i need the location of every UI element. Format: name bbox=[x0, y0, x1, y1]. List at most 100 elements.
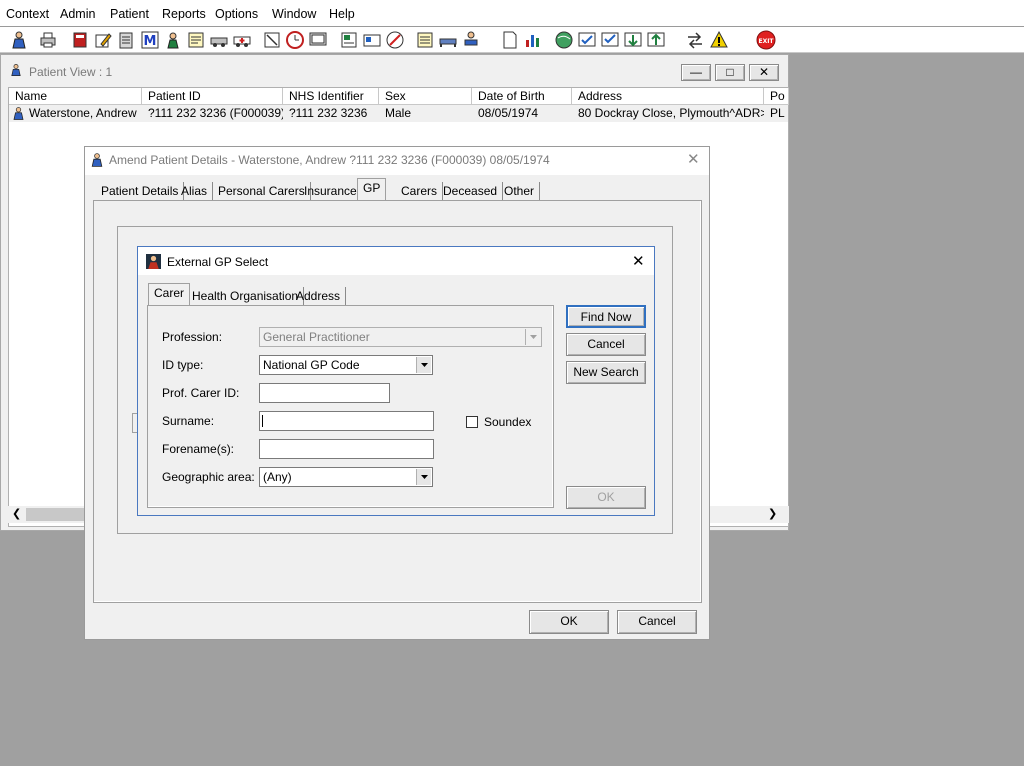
close-icon[interactable]: ✕ bbox=[632, 252, 645, 270]
scroll-left-icon[interactable]: ❮ bbox=[12, 507, 21, 520]
cell-postcode: PL bbox=[770, 106, 785, 120]
geo-select[interactable]: (Any) bbox=[259, 467, 433, 487]
cell-sex: Male bbox=[385, 106, 412, 120]
patient-icon[interactable] bbox=[9, 30, 29, 50]
amend-cancel-button[interactable]: Cancel bbox=[617, 610, 697, 634]
card-icon[interactable] bbox=[362, 30, 382, 50]
profession-label: Profession: bbox=[162, 330, 223, 344]
tab-address[interactable]: Address bbox=[291, 287, 347, 306]
transfer-icon[interactable] bbox=[685, 30, 705, 50]
idtype-value: National GP Code bbox=[263, 358, 360, 372]
edit-icon[interactable] bbox=[93, 30, 113, 50]
tab-health-organisation[interactable]: Health Organisation bbox=[187, 287, 305, 306]
book-icon[interactable] bbox=[70, 30, 90, 50]
table-row[interactable]: Waterstone, Andrew ?111 232 3236 (F00003… bbox=[9, 105, 788, 122]
nurse-icon[interactable] bbox=[163, 30, 183, 50]
globe-icon[interactable] bbox=[554, 30, 574, 50]
idtype-label: ID type: bbox=[162, 358, 204, 372]
scroll-right-icon[interactable]: ❯ bbox=[768, 507, 777, 520]
column-header-name[interactable]: Name bbox=[9, 88, 142, 105]
text-cursor bbox=[262, 415, 263, 427]
column-header-postcode[interactable]: Po bbox=[764, 88, 789, 105]
geo-value: (Any) bbox=[263, 470, 292, 484]
menu-window[interactable]: Window bbox=[272, 7, 316, 21]
exit-icon[interactable]: EXIT bbox=[756, 30, 776, 50]
forename-input[interactable] bbox=[259, 439, 434, 459]
tab-insurance[interactable]: Insurance bbox=[299, 182, 363, 201]
check-down-icon[interactable] bbox=[600, 30, 620, 50]
menu-admin[interactable]: Admin bbox=[60, 7, 95, 21]
patient-view-titlebar: Patient View : 1 — □ ✕ bbox=[1, 55, 788, 83]
amend-ok-button[interactable]: OK bbox=[529, 610, 609, 634]
menu-bar: Context Admin Patient Reports Options Wi… bbox=[0, 0, 1024, 26]
profcarer-input[interactable] bbox=[259, 383, 390, 403]
chevron-down-icon[interactable] bbox=[416, 357, 431, 373]
printer-icon[interactable] bbox=[38, 30, 58, 50]
tab-personal-carers[interactable]: Personal Carers bbox=[213, 182, 311, 201]
check-list-icon[interactable] bbox=[577, 30, 597, 50]
menu-options[interactable]: Options bbox=[215, 7, 258, 21]
cell-patient-id: ?111 232 3236 (F000039) bbox=[148, 106, 283, 120]
tab-carer[interactable]: Carer bbox=[148, 283, 191, 305]
column-header-nhs-identifier[interactable]: NHS Identifier bbox=[283, 88, 379, 105]
restore-button[interactable]: □ bbox=[715, 64, 745, 81]
tab-alias[interactable]: Alias bbox=[176, 182, 214, 201]
monitor-icon[interactable] bbox=[308, 30, 328, 50]
forename-label: Forename(s): bbox=[162, 442, 235, 456]
profession-select: General Practitioner bbox=[259, 327, 542, 347]
column-header-patient-id[interactable]: Patient ID bbox=[142, 88, 283, 105]
column-header-address[interactable]: Address bbox=[572, 88, 764, 105]
find-now-button[interactable]: Find Now bbox=[566, 305, 646, 328]
cell-nhs-identifier: ?111 232 3236 bbox=[289, 106, 368, 120]
chart-icon[interactable] bbox=[523, 30, 543, 50]
news-icon[interactable] bbox=[339, 30, 359, 50]
column-header-dob[interactable]: Date of Birth bbox=[472, 88, 572, 105]
list-icon[interactable] bbox=[415, 30, 435, 50]
patient-icon bbox=[89, 152, 105, 171]
document-icon[interactable] bbox=[500, 30, 520, 50]
arrow-up-icon[interactable] bbox=[646, 30, 666, 50]
stop-icon[interactable] bbox=[385, 30, 405, 50]
close-icon[interactable]: ✕ bbox=[687, 150, 700, 168]
warning-icon[interactable] bbox=[709, 30, 729, 50]
soundex-checkbox[interactable] bbox=[466, 416, 478, 428]
menu-help[interactable]: Help bbox=[329, 7, 355, 21]
clipboard-icon[interactable] bbox=[116, 30, 136, 50]
clock-icon[interactable] bbox=[285, 30, 305, 50]
notes-icon[interactable] bbox=[186, 30, 206, 50]
new-search-button[interactable]: New Search bbox=[566, 361, 646, 384]
toolbar: M EXIT bbox=[0, 26, 1024, 53]
letter-m-icon[interactable]: M bbox=[140, 30, 160, 50]
svg-text:M: M bbox=[144, 34, 157, 49]
idtype-select[interactable]: National GP Code bbox=[259, 355, 433, 375]
carer-tab-panel: Profession: General Practitioner ID type… bbox=[147, 305, 554, 508]
tab-deceased[interactable]: Deceased bbox=[438, 182, 504, 201]
column-header-sex[interactable]: Sex bbox=[379, 88, 472, 105]
tab-patient-details[interactable]: Patient Details bbox=[96, 182, 185, 201]
tab-other[interactable]: Other bbox=[499, 182, 541, 201]
car-icon[interactable] bbox=[209, 30, 229, 50]
chair-icon[interactable] bbox=[461, 30, 481, 50]
ambulance-icon[interactable] bbox=[232, 30, 252, 50]
gp-ok-button: OK bbox=[566, 486, 646, 509]
tab-gp[interactable]: GP bbox=[357, 178, 387, 200]
svg-text:EXIT: EXIT bbox=[758, 38, 774, 45]
chevron-down-icon[interactable] bbox=[416, 469, 431, 485]
scrollbar-thumb[interactable] bbox=[26, 508, 86, 521]
menu-context[interactable]: Context bbox=[6, 7, 49, 21]
profession-value: General Practitioner bbox=[263, 330, 370, 344]
menu-patient[interactable]: Patient bbox=[110, 7, 149, 21]
gp-select-titlebar: External GP Select ✕ bbox=[138, 247, 654, 275]
arrow-down-icon[interactable] bbox=[623, 30, 643, 50]
bed-icon[interactable] bbox=[438, 30, 458, 50]
minimize-button[interactable]: — bbox=[681, 64, 711, 81]
soundex-label[interactable]: Soundex bbox=[484, 415, 531, 429]
menu-reports[interactable]: Reports bbox=[162, 7, 206, 21]
doctor-icon bbox=[146, 254, 161, 272]
cancel-icon[interactable] bbox=[262, 30, 282, 50]
close-icon: ✕ bbox=[758, 65, 770, 79]
close-button[interactable]: ✕ bbox=[749, 64, 779, 81]
tab-carers[interactable]: Carers bbox=[396, 182, 444, 201]
gp-cancel-button[interactable]: Cancel bbox=[566, 333, 646, 356]
surname-input[interactable] bbox=[259, 411, 434, 431]
